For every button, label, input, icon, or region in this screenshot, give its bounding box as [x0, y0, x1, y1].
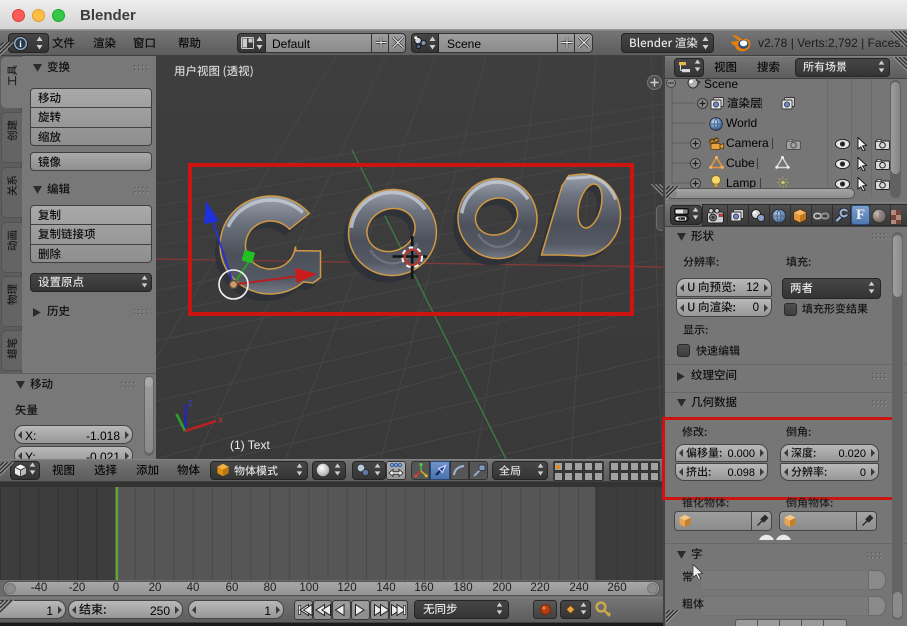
svg-text:z: z [188, 398, 193, 409]
svg-text:x: x [218, 415, 223, 426]
